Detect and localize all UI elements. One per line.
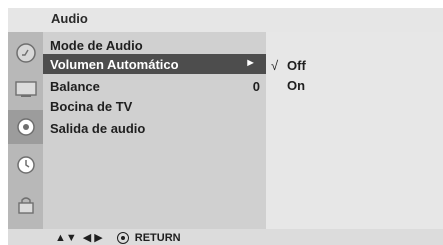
menu-item-label: Balance [50,79,100,94]
check-icon: √ [271,58,279,73]
menu-header: Audio [8,8,443,32]
menu-item-label: Volumen Automático [50,57,179,72]
menu-item-label: Salida de audio [50,121,146,136]
category-lock[interactable] [8,188,43,222]
menu-item-audio-mode[interactable]: Mode de Audio [43,35,266,55]
audio-icon [15,43,36,63]
menu-item-audio-output[interactable]: Salida de audio [43,118,266,138]
submenu-arrow-icon: ► [245,57,256,69]
menu-item-label: Mode de Audio [50,38,143,53]
menu-item-balance[interactable]: Balance 0 [43,76,266,96]
lock-icon [17,197,34,214]
submenu-option-label: On [287,78,306,93]
category-icon-bar [8,32,43,229]
submenu-option-off[interactable]: √ Off [271,58,306,76]
updown-arrows-icon: ▲▼ [55,231,77,244]
audio-menu-list: Mode de Audio Volumen Automático ► Balan… [43,32,266,229]
balance-value: 0 [252,79,260,94]
menu-item-tv-speaker[interactable]: Bocina de TV [43,96,266,116]
footer-help-bar: ▲▼ ◀ ▶ RETURN [8,229,443,245]
ok-button-icon [116,231,129,244]
menu-title: Audio [51,11,88,26]
submenu-option-label: Off [287,58,306,73]
return-label: RETURN [134,231,181,244]
disc-icon [16,118,35,136]
menu-item-auto-volume[interactable]: Volumen Automático ► [43,54,266,74]
leftright-arrows-icon: ◀ ▶ [82,232,103,244]
category-screen[interactable] [8,72,43,106]
tv-osd-screen: Audio Mode de Audio Volumen Automático ►… [0,0,443,245]
category-options[interactable] [8,110,43,144]
submenu-option-on[interactable]: On [271,78,305,96]
category-time[interactable] [8,148,43,182]
submenu-panel: √ Off On [266,32,443,229]
menu-item-label: Bocina de TV [50,99,133,114]
footer-help: ▲▼ ◀ ▶ RETURN [55,231,187,244]
category-audio[interactable] [8,36,43,70]
screen-icon [14,81,37,97]
clock-icon [16,156,35,174]
